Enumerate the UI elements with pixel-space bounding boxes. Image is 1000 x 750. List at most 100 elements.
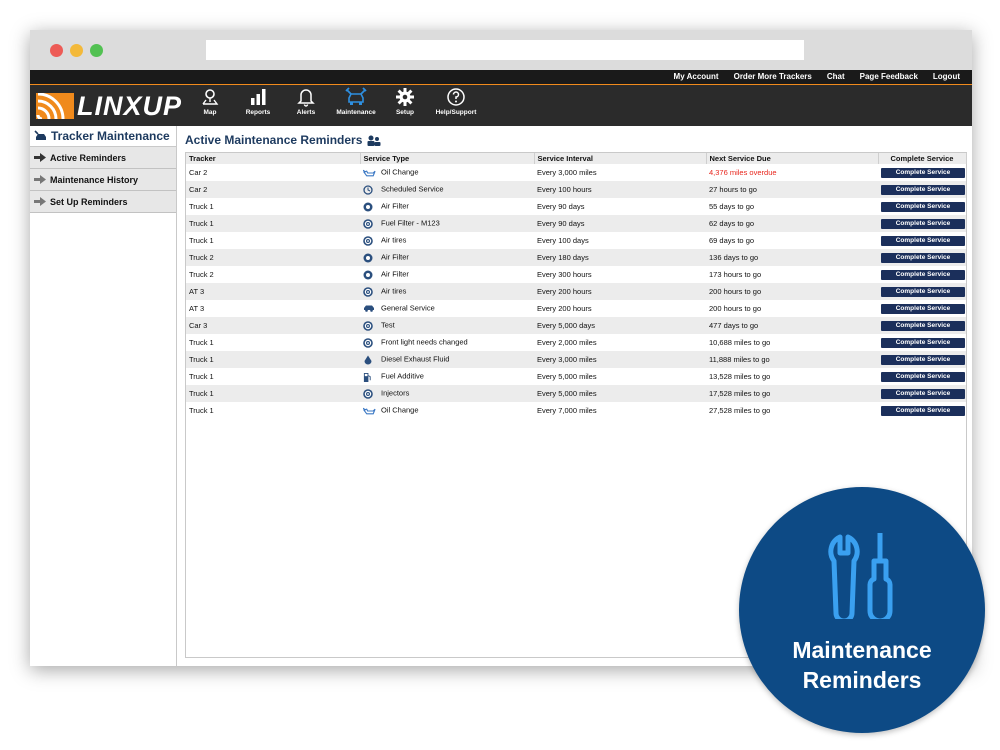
column-header-next-service-due[interactable]: Next Service Due	[706, 153, 879, 164]
drop-icon	[363, 355, 376, 365]
nav-maintenance[interactable]: Maintenance	[330, 87, 382, 123]
tracker-cell: Truck 1	[186, 385, 360, 402]
service-type-cell: Front light needs changed	[360, 334, 534, 351]
column-header-service-interval[interactable]: Service Interval	[534, 153, 707, 164]
nav-help-label: Help/Support	[435, 109, 477, 116]
next-service-due-cell: 200 hours to go	[709, 304, 762, 313]
complete-service-button[interactable]: Complete Service	[881, 235, 965, 246]
chat-link[interactable]: Chat	[827, 70, 845, 84]
table-row: Truck 1 Fuel Additive Every 5,000 miles 13,…	[186, 368, 966, 385]
column-header-service-type[interactable]: Service Type	[360, 153, 535, 164]
app-header: LINXUP Map Reports Alerts Maintenance Se…	[30, 85, 972, 126]
service-interval-cell: Every 180 days	[534, 249, 706, 266]
table-row: Truck 1 Injectors Every 5,000 miles 17,528 …	[186, 385, 966, 402]
filter-icon	[363, 253, 376, 263]
complete-service-cell: Complete Service	[878, 300, 966, 317]
service-type-cell: Air Filter	[360, 249, 534, 266]
sidebar-item-label: Active Reminders	[50, 152, 127, 163]
service-interval-cell: Every 90 days	[534, 215, 706, 232]
service-interval-cell: Every 100 hours	[534, 181, 706, 198]
service-interval-cell: Every 200 hours	[537, 304, 592, 313]
nav-setup-label: Setup	[395, 109, 415, 116]
service-interval-cell: Every 3,000 miles	[537, 168, 597, 177]
service-type-text: Scheduled Service	[381, 185, 444, 194]
complete-service-cell: Complete Service	[878, 283, 966, 300]
my-account-link[interactable]: My Account	[674, 70, 719, 84]
tracker-cell: Truck 1	[189, 202, 214, 211]
linxup-logo[interactable]: LINXUP	[36, 92, 182, 120]
table-row: Truck 2 Air Filter Every 180 days 136 days …	[186, 249, 966, 266]
complete-service-button[interactable]: Complete Service	[881, 405, 965, 416]
sidebar-item-active-reminders[interactable]: Active Reminders	[30, 147, 176, 169]
service-type-text: Oil Change	[381, 406, 419, 415]
page-feedback-link[interactable]: Page Feedback	[860, 70, 918, 84]
service-type-text: Air tires	[381, 287, 407, 296]
complete-service-button[interactable]: Complete Service	[881, 337, 965, 348]
complete-service-button[interactable]: Complete Service	[881, 269, 965, 280]
next-service-due-cell: 55 days to go	[709, 202, 755, 211]
service-interval-cell: Every 200 hours	[534, 283, 706, 300]
service-type-cell: Scheduled Service	[360, 181, 534, 198]
tracker-cell: Car 3	[186, 317, 360, 334]
close-dot-icon[interactable]	[50, 44, 63, 57]
complete-service-button[interactable]: Complete Service	[881, 388, 965, 399]
minimize-dot-icon[interactable]	[70, 44, 83, 57]
complete-service-button[interactable]: Complete Service	[881, 320, 965, 331]
next-service-due-overdue: 4,376 miles overdue	[709, 168, 777, 177]
gear-badge-icon	[363, 337, 376, 348]
complete-service-button[interactable]: Complete Service	[881, 252, 965, 263]
service-type-cell: Air Filter	[360, 266, 534, 283]
complete-service-button[interactable]: Complete Service	[881, 167, 965, 178]
oil-can-icon	[362, 406, 376, 416]
service-type-text: Test	[381, 321, 395, 330]
gear-badge-icon	[363, 218, 376, 229]
table-row: Truck 1 Air Filter Every 90 days 55 days to…	[186, 198, 966, 215]
nav-reports[interactable]: Reports	[232, 87, 284, 123]
sidebar-item-label: Maintenance History	[50, 174, 139, 185]
filter-icon	[363, 270, 376, 280]
sidebar-item-set-up-reminders[interactable]: Set Up Reminders	[30, 191, 176, 213]
complete-service-cell: Complete Service	[878, 215, 966, 232]
maximize-dot-icon[interactable]	[90, 44, 103, 57]
service-type-cell: Oil Change	[360, 164, 534, 181]
complete-service-cell: Complete Service	[878, 232, 966, 249]
logout-link[interactable]: Logout	[933, 70, 960, 84]
nav-map[interactable]: Map	[184, 87, 236, 123]
table-row: Car 3 Test Every 5,000 days 477 days to go C…	[186, 317, 966, 334]
service-interval-cell: Every 300 hours	[537, 270, 592, 279]
nav-alerts[interactable]: Alerts	[280, 87, 332, 123]
tracker-cell: Truck 1	[189, 406, 214, 415]
nav-help-support[interactable]: Help/Support	[429, 87, 483, 123]
complete-service-cell: Complete Service	[878, 249, 966, 266]
complete-service-button[interactable]: Complete Service	[881, 303, 965, 314]
complete-service-button[interactable]: Complete Service	[881, 371, 965, 382]
service-type-cell: Air tires	[360, 283, 534, 300]
question-icon	[447, 88, 465, 106]
map-pin-icon	[202, 89, 219, 105]
tracker-cell: Truck 2	[186, 249, 360, 266]
complete-service-button[interactable]: Complete Service	[881, 286, 965, 297]
address-bar[interactable]	[206, 40, 804, 60]
car-wrench-icon	[34, 130, 46, 140]
service-interval-cell: Every 5,000 miles	[537, 372, 597, 381]
tracker-cell: Truck 1	[189, 372, 214, 381]
service-type-text: General Service	[381, 304, 435, 313]
complete-service-cell: Complete Service	[878, 181, 966, 198]
order-trackers-link[interactable]: Order More Trackers	[734, 70, 812, 84]
badge-line-2: Reminders	[802, 667, 922, 693]
complete-service-button[interactable]: Complete Service	[881, 218, 965, 229]
complete-service-button[interactable]: Complete Service	[881, 354, 965, 365]
service-interval-cell: Every 3,000 miles	[534, 351, 706, 368]
complete-service-button[interactable]: Complete Service	[881, 184, 965, 195]
badge-line-1: Maintenance	[792, 637, 932, 663]
sidebar-item-maintenance-history[interactable]: Maintenance History	[30, 169, 176, 191]
nav-setup[interactable]: Setup	[379, 87, 431, 123]
table-row: Truck 1 Diesel Exhaust Fluid Every 3,000 m…	[186, 351, 966, 368]
service-type-cell: Test	[360, 317, 534, 334]
complete-service-cell: Complete Service	[878, 334, 966, 351]
complete-service-cell: Complete Service	[878, 402, 966, 419]
complete-service-button[interactable]: Complete Service	[881, 201, 965, 212]
service-type-text: Fuel Filter - M123	[381, 219, 440, 228]
column-header-tracker[interactable]: Tracker	[186, 153, 361, 164]
wrench-screwdriver-icon	[828, 533, 893, 619]
